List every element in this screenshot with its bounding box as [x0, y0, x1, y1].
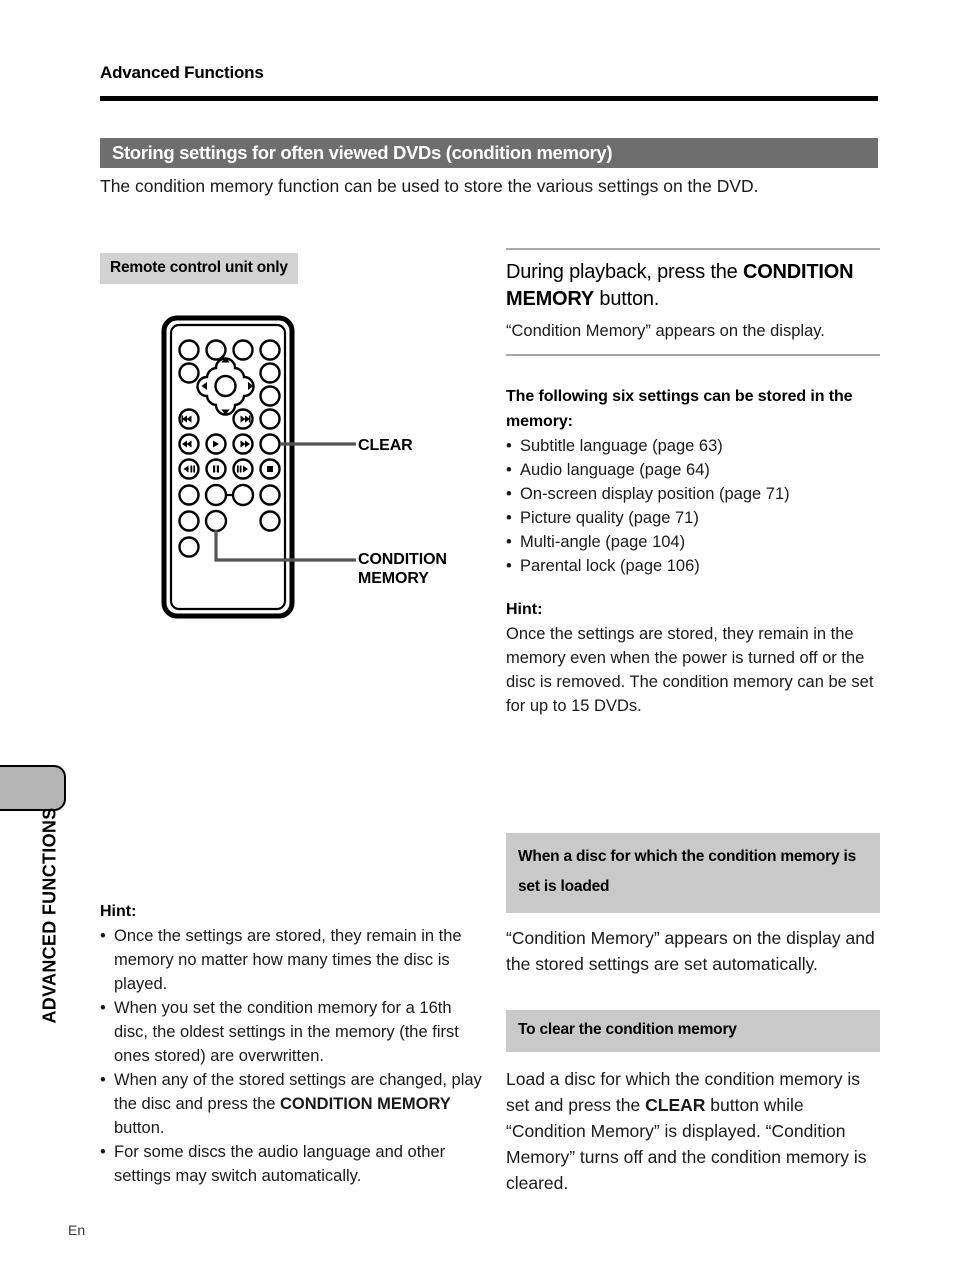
left-hint-block: Hint: Once the settings are stored, they…: [100, 900, 490, 1188]
remote-enter-button: [214, 374, 237, 398]
running-head: Advanced Functions: [100, 63, 264, 82]
remote-step-reverse-button: [178, 458, 200, 480]
list-item: Multi-angle (page 104): [506, 530, 880, 554]
clear-memory-block: To clear the condition memory Load a dis…: [506, 1010, 880, 1196]
remote-button: [178, 510, 200, 532]
list-item: Once the settings are stored, they remai…: [100, 924, 490, 996]
step-note: “Condition Memory” appears on the displa…: [506, 322, 825, 340]
right-hint-text: Once the settings are stored, they remai…: [506, 625, 874, 715]
loaded-disc-heading: When a disc for which the condition memo…: [506, 833, 880, 913]
callout-condition-memory-line1: CONDITION: [358, 551, 447, 568]
remote-button: [204, 483, 228, 507]
left-column: Remote control unit only: [100, 253, 490, 284]
remote-condition-memory-button: [204, 509, 228, 533]
hint-item-bold: CONDITION MEMORY: [280, 1095, 451, 1113]
loaded-disc-text: “Condition Memory” appears on the displa…: [506, 928, 875, 974]
list-item: On-screen display position (page 71): [506, 482, 880, 506]
list-item: For some discs the audio language and ot…: [100, 1140, 490, 1188]
list-item: Audio language (page 64): [506, 458, 880, 482]
list-item: Parental lock (page 106): [506, 554, 880, 578]
right-column: During playback, press the CONDITION MEM…: [506, 248, 880, 718]
remote-pause-button: [205, 458, 227, 480]
remote-button: [178, 339, 200, 361]
remote-clear-button: [259, 433, 281, 455]
remote-button: [178, 362, 200, 384]
remote-button: [259, 408, 281, 430]
remote-button: [232, 339, 254, 361]
settings-heading: The following six settings can be stored…: [506, 388, 853, 430]
list-item: Picture quality (page 71): [506, 506, 880, 530]
section-title-bar: Storing settings for often viewed DVDs (…: [100, 138, 878, 168]
step-heading-part2: button.: [594, 288, 660, 310]
section-intro: The condition memory function can be use…: [100, 176, 759, 196]
remote-control-label: Remote control unit only: [100, 253, 298, 284]
remote-button: [259, 339, 281, 361]
clear-memory-text-bold: CLEAR: [645, 1095, 706, 1115]
section-title-text: Storing settings for often viewed DVDs (…: [112, 142, 613, 163]
callout-clear: CLEAR: [358, 437, 413, 454]
left-hint-label: Hint:: [100, 903, 137, 920]
remote-svg: [161, 315, 356, 619]
hint-item-post: button.: [114, 1119, 165, 1137]
page-folio: En: [68, 1222, 86, 1238]
remote-control-illustration: CLEAR CONDITION MEMORY: [160, 314, 490, 629]
side-tab-label: ADVANCED FUNCTIONS: [39, 807, 60, 1024]
clear-memory-text: Load a disc for which the condition memo…: [506, 1066, 880, 1196]
list-item: When any of the stored settings are chan…: [100, 1068, 490, 1140]
callout-condition-memory-line2: MEMORY: [358, 570, 429, 587]
remote-button: [231, 483, 255, 507]
remote-button: [178, 536, 200, 558]
clear-memory-heading: To clear the condition memory: [506, 1010, 880, 1052]
settings-list: Subtitle language (page 63) Audio langua…: [506, 434, 880, 578]
step-top-rule: [506, 248, 880, 250]
list-item: When you set the condition memory for a …: [100, 996, 490, 1068]
stop-icon: [267, 466, 273, 472]
section-tab-marker: [0, 765, 66, 811]
remote-button: [205, 339, 227, 361]
left-hint-list: Once the settings are stored, they remai…: [100, 924, 490, 1188]
step-heading: During playback, press the CONDITION MEM…: [506, 259, 880, 313]
remote-button: [259, 510, 281, 532]
remote-button: [259, 362, 281, 384]
loaded-disc-block: When a disc for which the condition memo…: [506, 833, 880, 977]
right-hint-label: Hint:: [506, 601, 543, 618]
remote-button: [259, 385, 281, 407]
remote-button: [178, 484, 200, 506]
remote-button: [259, 484, 281, 506]
list-item: Subtitle language (page 63): [506, 434, 880, 458]
step-heading-part1: During playback, press the: [506, 261, 743, 283]
header-rule: [100, 96, 878, 101]
